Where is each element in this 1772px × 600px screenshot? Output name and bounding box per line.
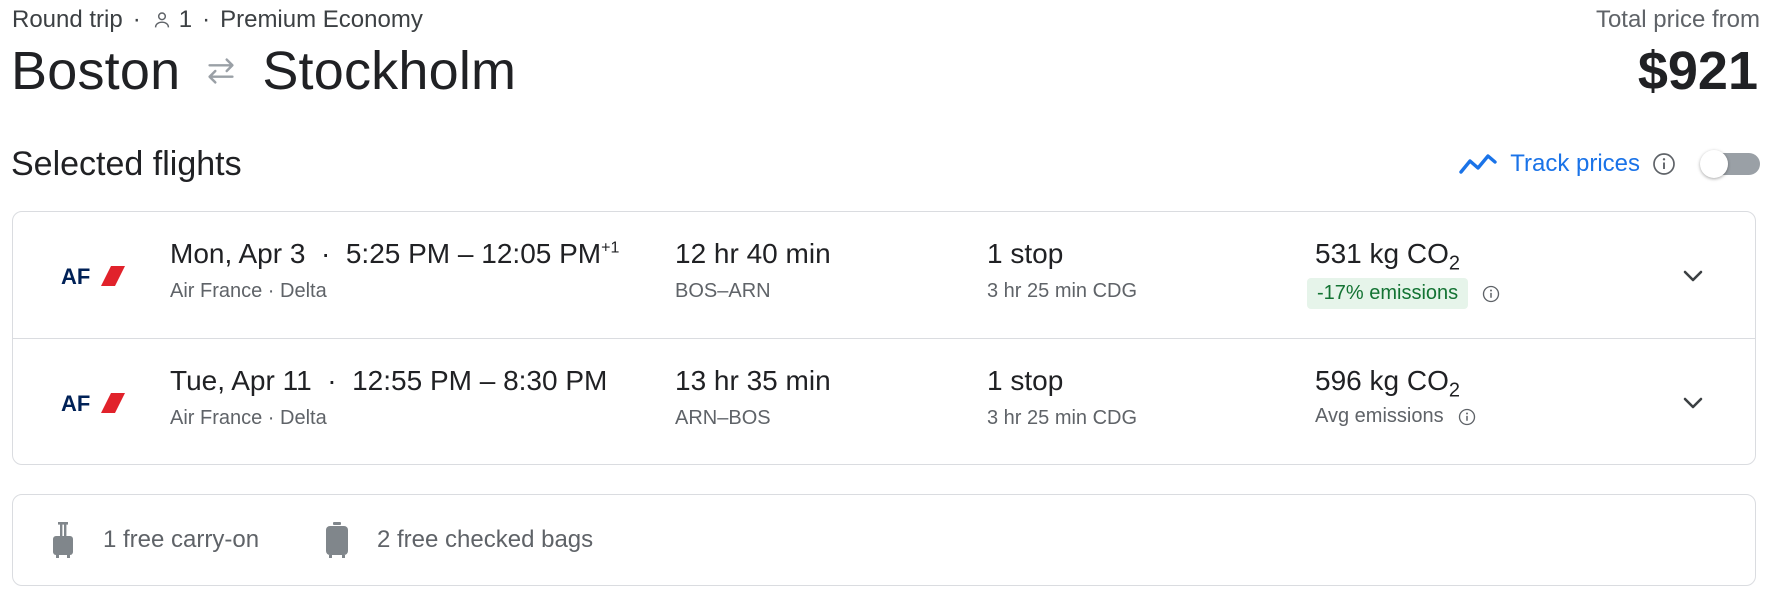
flight-route: BOS–ARN [675, 280, 771, 302]
flight-stops: 1 stop [987, 365, 1064, 396]
flight-date-time: Mon, Apr 3 · 5:25 PM – 12:05 PM+1 [170, 238, 619, 270]
flight-airlines: Air France · Delta [170, 280, 327, 302]
checked-bags-label: 2 free checked bags [377, 526, 594, 553]
emissions-detail: Avg emissions [1315, 405, 1476, 428]
route-title: Boston Stockholm [11, 40, 516, 102]
baggage-card: 1 free carry-on 2 free checked bags [12, 494, 1756, 586]
track-prices[interactable]: Track prices [1458, 150, 1676, 178]
info-icon[interactable] [1482, 285, 1500, 303]
svg-text:AF: AF [61, 264, 90, 289]
chevron-down-icon[interactable] [1679, 389, 1707, 417]
flight-duration: 13 hr 35 min [675, 365, 831, 396]
emissions-badge: -17% emissions [1307, 278, 1469, 309]
checked-bag-icon [326, 522, 348, 558]
flight-route: ARN–BOS [675, 407, 771, 429]
track-prices-toggle[interactable] [1700, 150, 1760, 178]
flight-times: Tue, Apr 11 · 12:55 PM – 8:30 PM Air Fra… [170, 365, 607, 430]
flight-emissions: 596 kg CO2 [1315, 365, 1460, 402]
section-title: Selected flights [11, 145, 242, 183]
separator-dot: · [319, 365, 345, 396]
flight-emissions: 531 kg CO2 [1315, 238, 1460, 275]
svg-text:AF: AF [61, 391, 90, 416]
emissions-detail: -17% emissions [1307, 278, 1500, 309]
flight-duration-cell: 13 hr 35 min ARN–BOS [675, 365, 831, 430]
flight-stops-cell: 1 stop 3 hr 25 min CDG [987, 365, 1137, 430]
separator-dot: · [313, 238, 339, 269]
info-icon[interactable] [1652, 152, 1676, 176]
flight-layover: 3 hr 25 min CDG [987, 280, 1138, 302]
flight-emissions-cell: 531 kg CO2 -17% emissions [1307, 238, 1500, 309]
carry-on-info: 1 free carry-on [49, 521, 259, 559]
trend-line-icon [1459, 154, 1497, 174]
info-icon[interactable] [1458, 408, 1476, 426]
cabin-class[interactable]: Premium Economy [220, 6, 423, 34]
separator-dot: · [132, 6, 141, 33]
flight-time-range: 12:55 PM – 8:30 PM [352, 365, 608, 396]
flight-duration: 12 hr 40 min [675, 238, 831, 269]
person-icon [154, 12, 169, 28]
flight-times: Mon, Apr 3 · 5:25 PM – 12:05 PM+1 Air Fr… [170, 238, 619, 303]
flight-row-return[interactable]: AF Tue, Apr 11 · 12:55 PM – 8:30 PM Air … [13, 339, 1755, 465]
separator-dot: · [202, 6, 211, 33]
flight-date-time: Tue, Apr 11 · 12:55 PM – 8:30 PM [170, 365, 607, 397]
flight-layover: 3 hr 25 min CDG [987, 407, 1138, 429]
selected-flights-card: AF Mon, Apr 3 · 5:25 PM – 12:05 PM+1 Air… [12, 211, 1756, 465]
emissions-value: 531 kg CO [1315, 238, 1449, 269]
flight-row-outbound[interactable]: AF Mon, Apr 3 · 5:25 PM – 12:05 PM+1 Air… [13, 212, 1755, 339]
flight-airlines: Air France · Delta [170, 407, 327, 429]
toggle-knob [1700, 150, 1728, 178]
swap-arrows-icon [208, 58, 234, 84]
flight-emissions-cell: 596 kg CO2 Avg emissions [1315, 365, 1476, 428]
total-price-label: Total price from [1595, 6, 1760, 33]
flight-date: Tue, Apr 11 [170, 365, 312, 396]
passenger-count-value: 1 [178, 6, 193, 33]
trip-type[interactable]: Round trip [12, 6, 123, 34]
origin-city: Boston [11, 41, 181, 101]
air-france-logo-icon: AF [61, 264, 125, 289]
flight-date: Mon, Apr 3 [170, 238, 306, 269]
passenger-count[interactable]: 1 [151, 6, 192, 34]
trip-meta: Round trip · 1 · Premium Economy [12, 6, 423, 34]
checked-bags-info: 2 free checked bags [323, 521, 593, 559]
emissions-value: 596 kg CO [1315, 365, 1449, 396]
carry-on-bag-icon [53, 522, 73, 558]
destination-city: Stockholm [262, 41, 517, 101]
chevron-down-icon[interactable] [1679, 262, 1707, 290]
track-prices-label[interactable]: Track prices [1510, 150, 1640, 178]
air-france-logo-icon: AF [61, 391, 125, 416]
emissions-note: Avg emissions [1315, 405, 1444, 427]
flight-stops-cell: 1 stop 3 hr 25 min CDG [987, 238, 1137, 303]
carry-on-label: 1 free carry-on [103, 526, 260, 553]
flight-time-range: 5:25 PM – 12:05 PM [345, 238, 602, 269]
total-price: $921 [1637, 41, 1758, 101]
flight-duration-cell: 12 hr 40 min BOS–ARN [675, 238, 831, 303]
day-offset: +1 [601, 239, 620, 257]
flight-stops: 1 stop [987, 238, 1064, 269]
